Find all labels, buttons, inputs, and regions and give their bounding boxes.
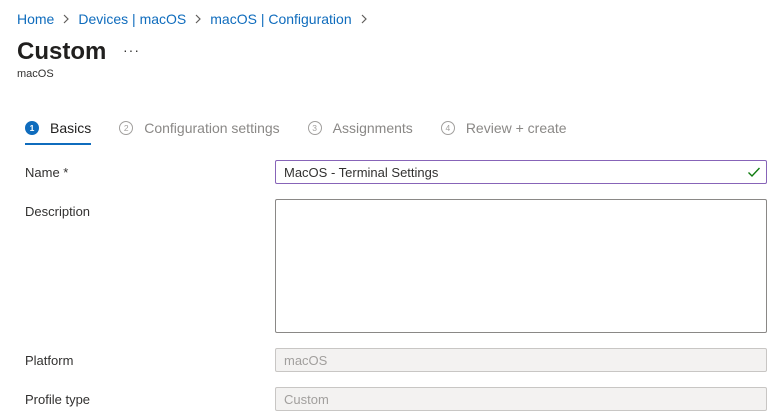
description-label: Description [25,204,91,219]
breadcrumb: Home Devices | macOS macOS | Configurati… [17,10,376,28]
chevron-right-icon [360,14,368,24]
tab-review-create[interactable]: 4 Review + create [440,120,567,136]
step-number-4: 4 [440,121,455,135]
description-field[interactable] [275,199,767,333]
chevron-right-icon [194,14,202,24]
chevron-right-icon [62,14,70,24]
breadcrumb-macos-configuration[interactable]: macOS | Configuration [210,10,351,28]
platform-field: macOS [275,348,767,372]
profile-type-field: Custom [275,387,767,411]
platform-value: macOS [284,352,328,368]
checkmark-icon [748,167,761,178]
profile-type-label: Profile type [25,392,91,407]
name-label: Name * [25,165,69,180]
tab-configuration-settings[interactable]: 2 Configuration settings [119,120,280,136]
step-number-3: 3 [307,121,322,135]
profile-type-value: Custom [284,391,329,407]
page-title: Custom [17,38,107,65]
step-label-configuration-settings: Configuration settings [144,120,280,136]
active-tab-indicator [25,143,92,145]
name-value: MacOS - Terminal Settings [284,164,439,180]
platform-label: Platform [25,353,74,368]
tab-basics[interactable]: 1 Basics [25,120,92,145]
step-label-assignments: Assignments [332,120,413,136]
page-subtitle: macOS [17,68,54,80]
name-field[interactable]: MacOS - Terminal Settings [275,160,767,184]
more-icon[interactable]: ··· [123,42,140,58]
step-number-2: 2 [119,121,134,135]
page: Home Devices | macOS macOS | Configurati… [0,0,772,414]
step-number-1: 1 [25,121,39,135]
step-label-review-create: Review + create [465,120,567,136]
step-label-basics: Basics [50,120,92,136]
breadcrumb-home[interactable]: Home [17,10,54,28]
tab-assignments[interactable]: 3 Assignments [307,120,413,136]
wizard-steps: 1 Basics 2 Configuration settings 3 Assi… [25,120,595,145]
breadcrumb-devices-macos[interactable]: Devices | macOS [78,10,186,28]
